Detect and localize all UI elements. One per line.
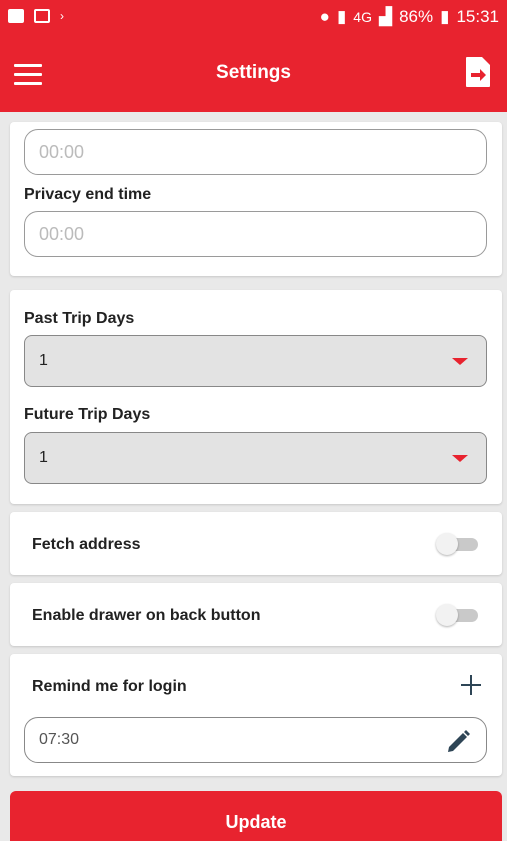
past-trip-days-value: 1 [39,352,48,369]
update-button[interactable]: Update [10,791,502,841]
past-trip-days-label: Past Trip Days [24,310,135,327]
plus-icon[interactable] [460,674,482,696]
clock: 15:31 [456,7,499,26]
privacy-start-time-input[interactable] [24,129,487,175]
pencil-icon[interactable] [446,728,472,754]
fetch-address-toggle[interactable] [436,533,480,555]
dropdown-arrow-icon [452,358,468,365]
battery-level: 86% [399,7,434,26]
app-bar: Settings [0,36,507,112]
battery-icon: ▮ [440,7,450,26]
location-icon: ● [319,7,330,26]
gallery-notification-icon [8,9,24,23]
privacy-card: Privacy end time [10,122,502,276]
future-trip-days-select[interactable]: 1 [24,432,487,484]
logout-icon[interactable] [465,56,491,88]
future-trip-days-label: Future Trip Days [24,406,151,423]
login-reminder-time: 07:30 [39,731,80,748]
login-reminder-label: Remind me for login [32,678,187,695]
future-trip-days-value: 1 [39,449,48,466]
swipe-notification-icon: › [60,9,64,23]
past-trip-days-select[interactable]: 1 [24,335,487,387]
login-reminder-card: Remind me for login 07:30 [10,654,502,776]
drawer-back-card: Enable drawer on back button [10,583,502,646]
status-bar: › ● ▮ 4G ▟ 86% ▮ 15:31 [0,0,507,36]
image-notification-icon [34,9,50,23]
dropdown-arrow-icon [452,455,468,462]
drawer-back-toggle[interactable] [436,604,480,626]
status-right: ● ▮ 4G ▟ 86% ▮ 15:31 [320,7,499,27]
login-reminder-time-field[interactable]: 07:30 [24,717,487,763]
drawer-back-label: Enable drawer on back button [32,607,261,624]
status-left-icons: › [8,9,68,23]
fetch-address-label: Fetch address [32,536,141,553]
sim-icon: ▮ [336,7,347,26]
trip-days-card: Past Trip Days 1 Future Trip Days 1 [10,290,502,504]
privacy-end-time-input[interactable] [24,211,487,257]
signal-icon: ▟ [378,7,393,26]
fetch-address-card: Fetch address [10,512,502,575]
page-title: Settings [216,62,291,83]
network-type: 4G [353,9,372,25]
privacy-end-time-label: Privacy end time [24,186,152,203]
